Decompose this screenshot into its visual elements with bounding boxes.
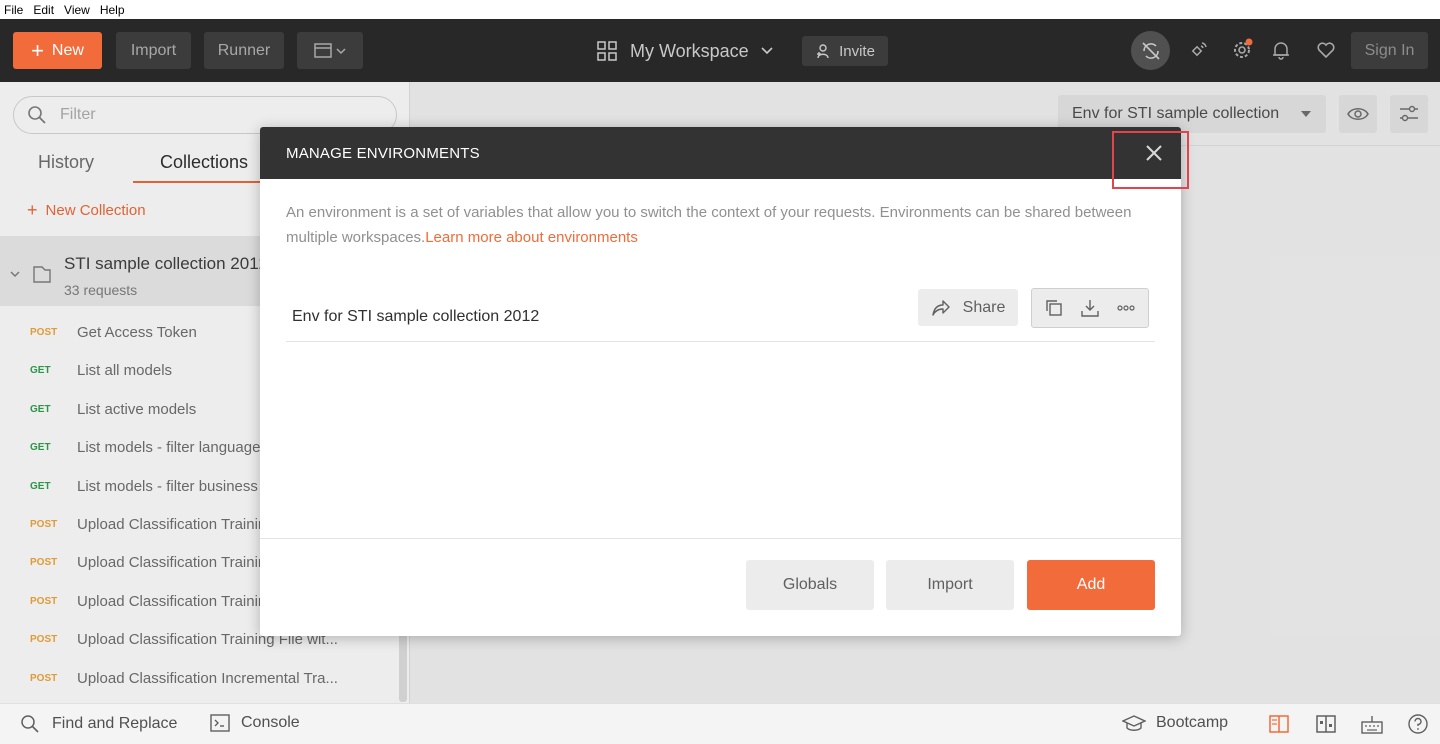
keyboard-icon [1361,716,1383,734]
gear-icon [1234,38,1253,58]
satellite-button[interactable] [1186,37,1212,63]
new-window-icon [314,42,346,58]
bell-icon [1273,42,1289,60]
modal-header: MANAGE ENVIRONMENTS [260,127,1181,179]
add-user-icon [817,44,829,59]
modal-footer: Globals Import Add [260,538,1181,636]
help-button[interactable] [1407,713,1429,735]
invite-button[interactable]: Invite [802,36,888,66]
new-button-label: New [51,41,84,59]
new-button[interactable]: + New [13,32,102,69]
split-pane-icon [1316,715,1336,733]
import-environment-label: Import [927,576,973,593]
console-button[interactable]: Console [210,714,300,732]
modal-title: MANAGE ENVIRONMENTS [286,145,480,162]
close-button-highlight [1112,131,1189,189]
import-button[interactable]: Import [116,32,191,69]
plus-icon: + [31,37,44,63]
console-icon [210,714,230,732]
app-header: + New Import Runner My Workspace Invite … [0,19,1440,82]
find-replace-button[interactable]: Find and Replace [20,714,177,734]
modal-description: An environment is a set of variables tha… [286,200,1156,250]
environment-name[interactable]: Env for STI sample collection 2012 [292,308,539,326]
environment-row[interactable]: Env for STI sample collection 2012 Share [286,287,1155,342]
share-button[interactable]: Share [918,289,1018,326]
environment-actions [1031,288,1149,328]
grid-icon [597,41,617,61]
layout-toggle-button[interactable] [1269,715,1289,733]
menu-help[interactable]: Help [100,3,125,17]
manage-environments-modal: MANAGE ENVIRONMENTS An environment is a … [260,127,1181,636]
more-options-icon[interactable] [1116,298,1136,318]
import-button-label: Import [130,41,177,59]
sign-in-label: Sign In [1364,41,1415,59]
bootcamp-button[interactable]: Bootcamp [1122,714,1228,732]
favorite-button[interactable] [1313,37,1339,63]
console-label: Console [241,714,300,731]
add-environment-button[interactable]: Add [1027,560,1155,610]
keyboard-shortcuts-button[interactable] [1361,714,1383,734]
sync-off-icon [1141,41,1160,60]
settings-button[interactable] [1229,37,1255,63]
two-pane-toggle-button[interactable] [1316,715,1336,733]
download-icon[interactable] [1080,298,1100,318]
book-icon [1269,715,1289,733]
menu-file[interactable]: File [4,3,23,17]
status-bar: Find and Replace Console Bootcamp [0,703,1440,744]
runner-button[interactable]: Runner [204,32,284,69]
share-label: Share [962,298,1006,316]
add-environment-label: Add [1076,576,1106,593]
heart-icon [1317,42,1335,59]
workspace-switcher[interactable]: My Workspace [596,37,777,65]
menu-edit[interactable]: Edit [33,3,54,17]
new-window-button[interactable] [297,32,363,69]
invite-label: Invite [839,42,875,60]
chevron-down-icon [761,47,773,55]
graduation-cap-icon [1122,715,1146,731]
menu-bar: File Edit View Help [0,0,1440,19]
share-icon [931,299,950,316]
sign-in-button[interactable]: Sign In [1351,32,1428,69]
satellite-icon [1191,42,1207,57]
help-icon [1408,714,1428,734]
search-icon [21,715,39,733]
sync-button[interactable] [1131,31,1170,70]
description-text: An environment is a set of variables tha… [286,204,1132,246]
notifications-button[interactable] [1268,37,1294,63]
globals-label: Globals [782,576,838,593]
workspace-label: My Workspace [630,40,749,61]
globals-button[interactable]: Globals [746,560,874,610]
find-replace-label: Find and Replace [52,715,178,732]
learn-more-link[interactable]: Learn more about environments [425,229,638,246]
import-environment-button[interactable]: Import [886,560,1014,610]
menu-view[interactable]: View [64,3,90,17]
bootcamp-label: Bootcamp [1156,714,1229,731]
duplicate-icon[interactable] [1044,298,1064,318]
runner-button-label: Runner [217,41,271,59]
